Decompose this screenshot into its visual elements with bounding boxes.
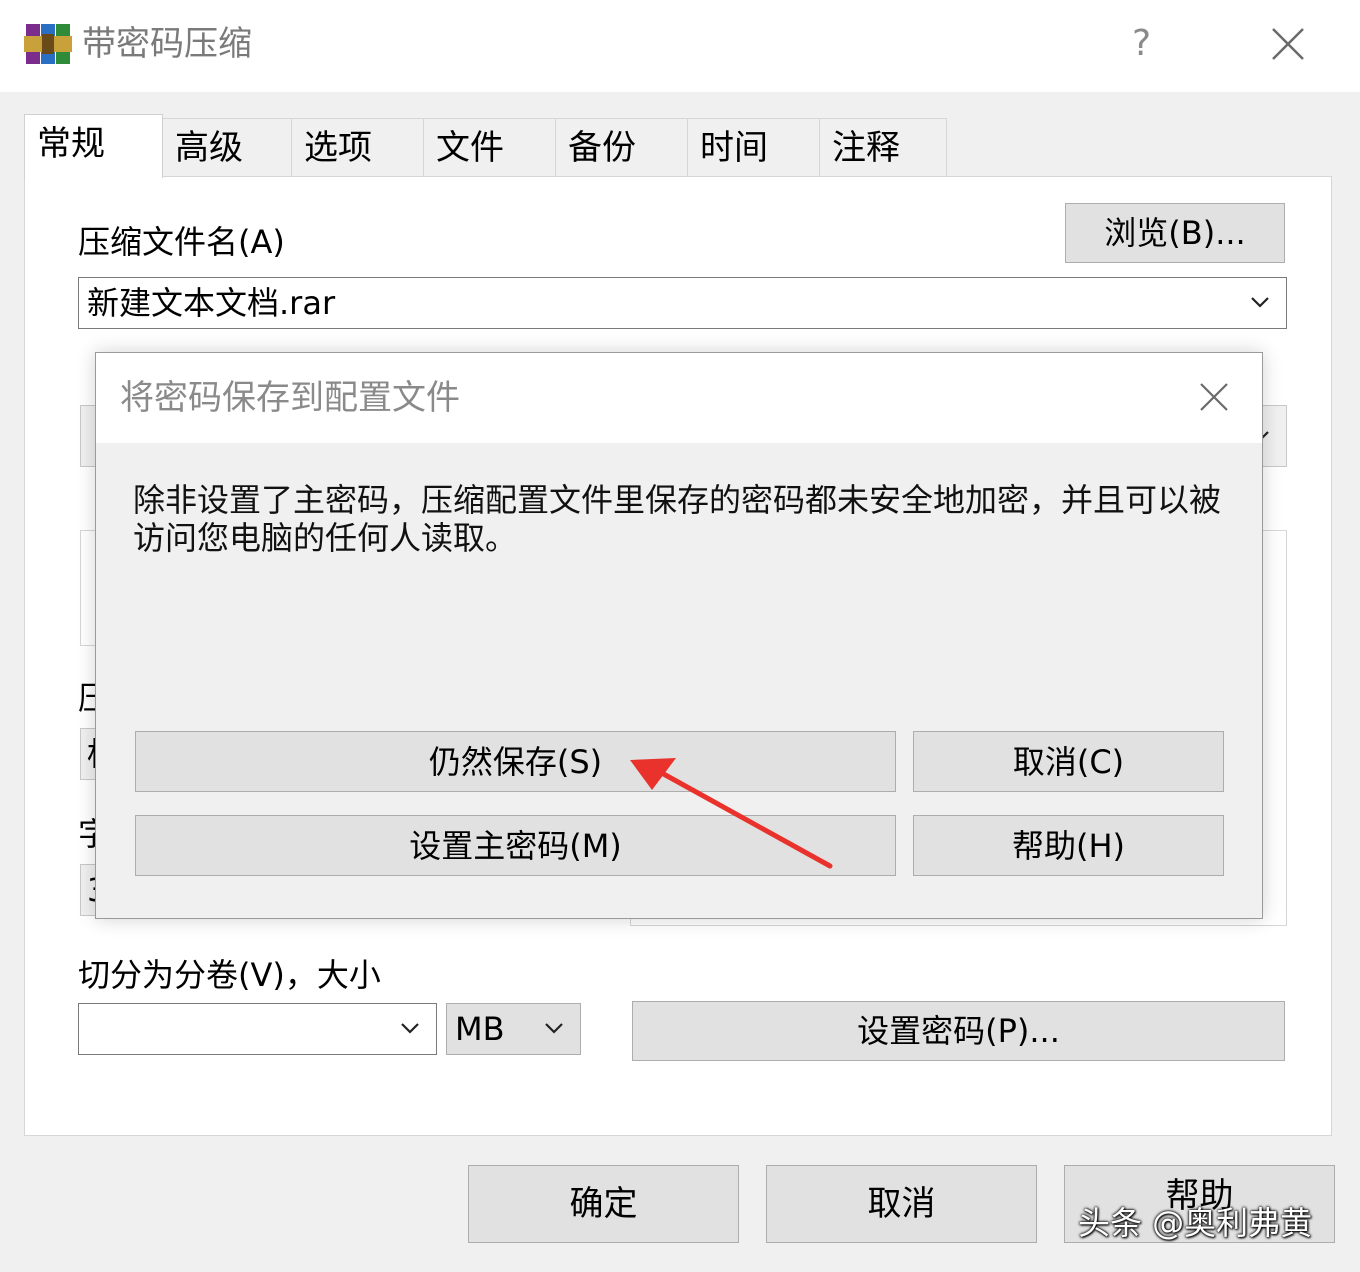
watermark: 头条 @奥利弗黄 [1078,1204,1313,1242]
annotation-arrow [630,758,833,869]
